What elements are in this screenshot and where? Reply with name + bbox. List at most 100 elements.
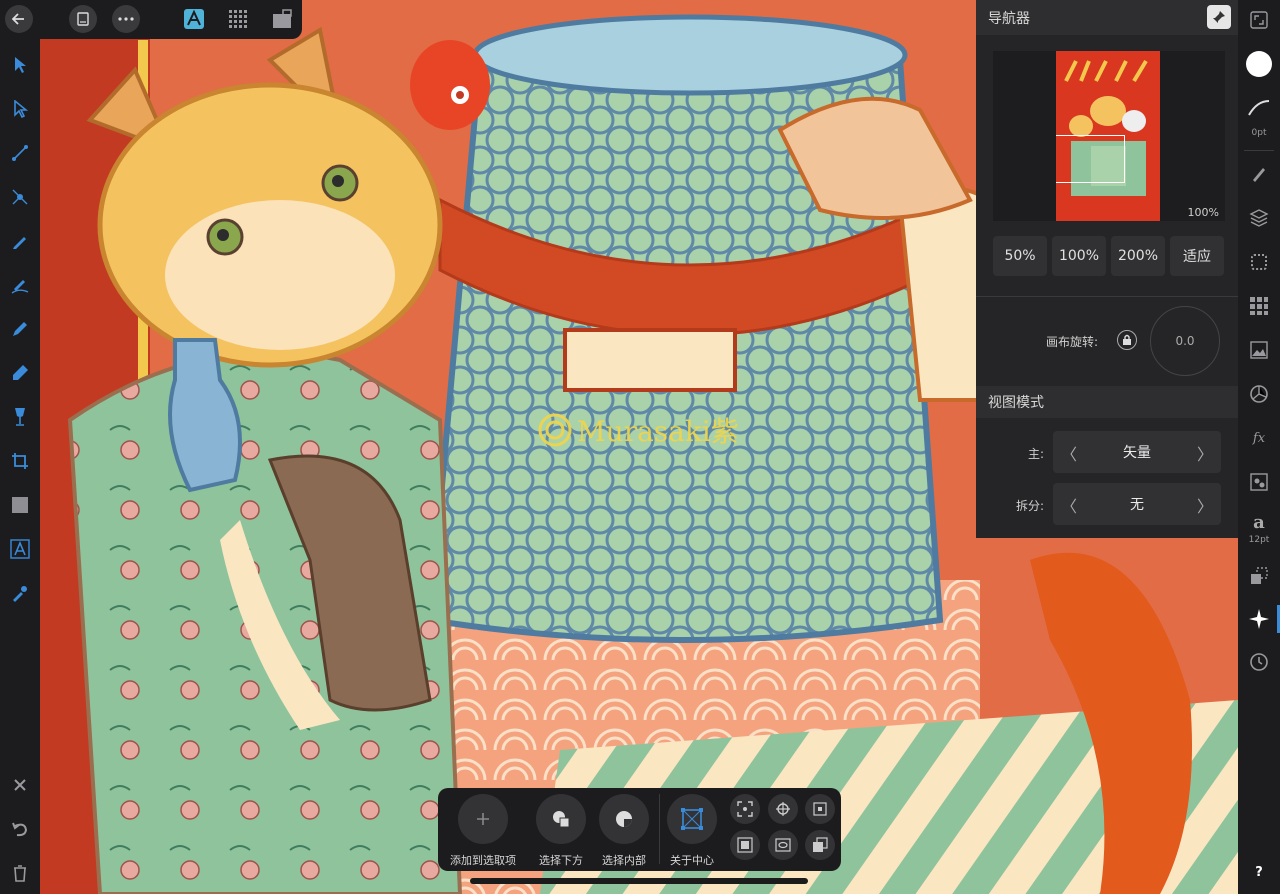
transform-studio-button[interactable] xyxy=(1245,468,1273,496)
image-icon xyxy=(1250,341,1268,359)
transparency-tool[interactable] xyxy=(6,403,34,431)
fill-color-swatch[interactable] xyxy=(1245,50,1273,78)
view-mode-title: 视图模式 xyxy=(988,395,1044,411)
pencil-tool[interactable] xyxy=(6,227,34,255)
help-button[interactable]: ? xyxy=(1245,858,1273,886)
layers-studio-button[interactable] xyxy=(1245,204,1273,232)
crop-tool[interactable] xyxy=(6,447,34,475)
history-studio-button[interactable] xyxy=(1245,648,1273,676)
history-clock-icon xyxy=(1250,653,1268,671)
close-tool[interactable] xyxy=(6,771,34,799)
view-mode-header: 视图模式 xyxy=(976,386,1239,418)
pin-button[interactable] xyxy=(1207,5,1231,29)
node-tool-icon xyxy=(14,100,28,118)
vector-brush-icon xyxy=(11,280,29,294)
chevron-left-icon[interactable]: 〈 xyxy=(1061,441,1077,465)
zoom-buttons: 50% 100% 200% 适应 xyxy=(993,236,1224,276)
align-frame-button[interactable] xyxy=(730,830,760,860)
ellipsis-icon xyxy=(118,17,134,21)
about-center-icon-circle xyxy=(667,794,717,844)
font-size-label: 12pt xyxy=(1248,535,1270,545)
swatches-studio-button[interactable] xyxy=(1245,292,1273,320)
fill-tool[interactable] xyxy=(6,359,34,387)
select-inside-icon xyxy=(616,811,632,827)
primary-view-select[interactable]: 〈 矢量 〉 xyxy=(1053,431,1221,473)
add-to-selection-label: 添加到选取项 xyxy=(450,854,516,867)
navigator-viewport-rect[interactable] xyxy=(1056,135,1125,183)
fit-bounds-button[interactable] xyxy=(805,794,835,824)
back-button[interactable] xyxy=(5,5,33,33)
zoom-50-button[interactable]: 50% xyxy=(993,236,1047,276)
fullscreen-button[interactable] xyxy=(1245,6,1273,34)
vector-brush-tool[interactable] xyxy=(6,271,34,299)
corner-tool[interactable] xyxy=(6,139,34,167)
move-tool[interactable] xyxy=(6,51,34,79)
navigator-thumbnail-area[interactable]: 100% xyxy=(993,51,1225,221)
brushes-studio-button[interactable] xyxy=(1245,160,1273,188)
select-inside-icon-circle xyxy=(599,794,649,844)
chevron-right-icon[interactable]: 〉 xyxy=(1197,441,1213,465)
canvas-rotation-label: 画布旋转: xyxy=(1046,335,1099,349)
duplicate-button[interactable] xyxy=(805,830,835,860)
split-view-label: 拆分: xyxy=(1016,499,1045,513)
watermark-text: Murasaki紫 xyxy=(577,415,739,448)
plus-icon xyxy=(477,813,489,825)
preview-eye-button[interactable] xyxy=(768,830,798,860)
snapping-studio-button[interactable] xyxy=(1245,562,1273,590)
document-button[interactable] xyxy=(69,5,97,33)
add-to-selection-button[interactable]: 添加到选取项 xyxy=(443,788,523,871)
transform-center-icon xyxy=(681,808,703,830)
home-indicator xyxy=(470,878,808,884)
zoom-100-button[interactable]: 100% xyxy=(1052,236,1106,276)
color-wheel-icon xyxy=(1250,385,1268,403)
document-thumbnail xyxy=(1056,51,1160,221)
focus-selection-button[interactable] xyxy=(730,794,760,824)
fit-bounds-icon xyxy=(813,802,827,816)
chevron-right-icon[interactable]: 〉 xyxy=(1197,493,1213,517)
question-mark-icon: ? xyxy=(1255,864,1263,880)
undo-button[interactable] xyxy=(6,815,34,843)
export-persona-button[interactable] xyxy=(270,7,294,31)
text-studio-button[interactable]: a xyxy=(1245,508,1273,536)
app-window: Murasaki紫 导航器 100% 50% 100% 200% 适应 画布旋转… xyxy=(0,0,1280,894)
rotation-dial[interactable]: 0.0 xyxy=(1150,306,1220,376)
stroke-width-label: 0pt xyxy=(1251,128,1267,138)
zoom-fit-button[interactable]: 适应 xyxy=(1170,236,1224,276)
effects-studio-button[interactable]: fx xyxy=(1245,424,1273,452)
transform-icon xyxy=(1250,473,1268,491)
fullscreen-icon xyxy=(1250,11,1268,29)
split-view-select[interactable]: 〈 无 〉 xyxy=(1053,483,1221,525)
shape-tool[interactable] xyxy=(6,491,34,519)
delete-button[interactable] xyxy=(6,859,34,887)
center-crosshair-button[interactable] xyxy=(768,794,798,824)
designer-persona-button[interactable] xyxy=(182,7,206,31)
appearance-studio-button[interactable] xyxy=(1245,248,1273,276)
chevron-left-icon[interactable]: 〈 xyxy=(1061,493,1077,517)
point-transform-tool[interactable] xyxy=(6,183,34,211)
watermark-logo-icon xyxy=(538,413,572,447)
about-center-button[interactable]: 关于中心 xyxy=(652,788,732,871)
document-icon xyxy=(77,12,89,26)
stroke-button[interactable] xyxy=(1245,94,1273,122)
text-tool[interactable] xyxy=(6,535,34,563)
select-below-icon-circle xyxy=(536,794,586,844)
divider xyxy=(1244,150,1274,151)
trash-icon xyxy=(14,865,26,882)
navigator-studio-button[interactable] xyxy=(1245,605,1273,633)
color-picker-tool[interactable] xyxy=(6,579,34,607)
zoom-200-button[interactable]: 200% xyxy=(1111,236,1165,276)
context-toolbar: 添加到选取项 选择下方 选择内部 关于中心 xyxy=(438,788,841,871)
node-tool[interactable] xyxy=(6,95,34,123)
pin-icon xyxy=(1213,11,1225,23)
assets-studio-button[interactable] xyxy=(1245,336,1273,364)
text-style-icon: a xyxy=(1253,511,1265,533)
pixel-persona-button[interactable] xyxy=(226,7,250,31)
crop-icon xyxy=(12,453,28,469)
swatches-grid-icon xyxy=(1250,297,1268,315)
pen-tool[interactable] xyxy=(6,315,34,343)
thumbnail-zoom-label: 100% xyxy=(1187,206,1219,219)
rotation-lock-button[interactable] xyxy=(1117,330,1137,350)
color-studio-button[interactable] xyxy=(1245,380,1273,408)
appearance-icon xyxy=(1251,254,1267,270)
more-button[interactable] xyxy=(112,5,140,33)
